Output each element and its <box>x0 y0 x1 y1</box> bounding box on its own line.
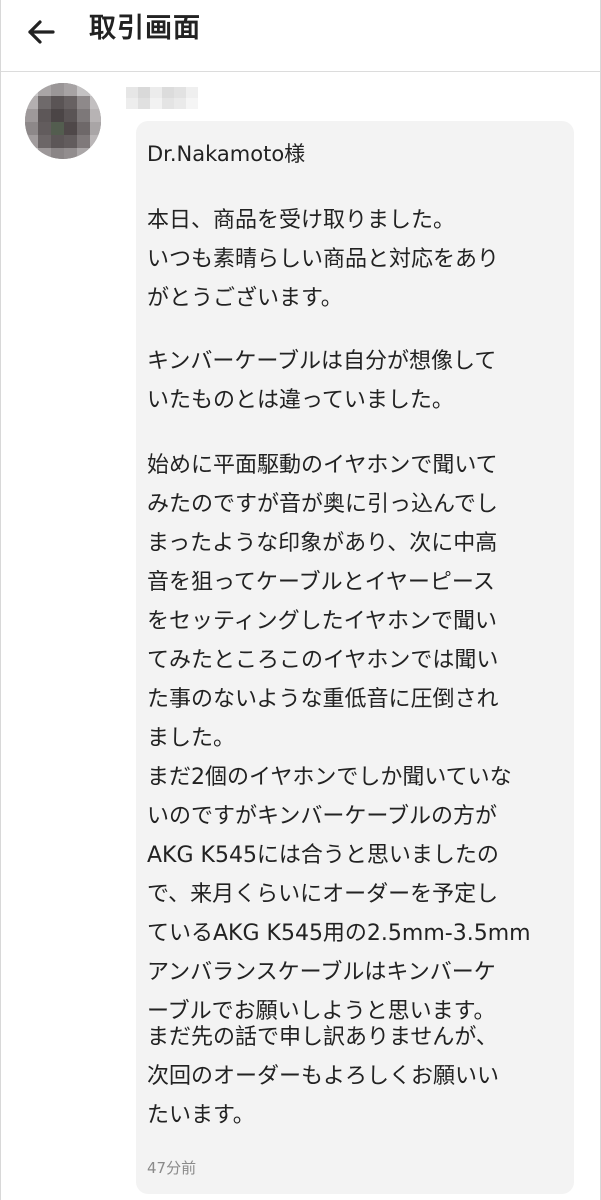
message-paragraph: 本日、商品を受け取りました。 いつも素晴らしい商品と対応をあり がとうございます… <box>147 201 567 318</box>
message-line: 始めに平面駆動のイヤホンで聞いて <box>147 453 498 478</box>
avatar-mosaic-tile <box>77 148 90 159</box>
username-mosaic-tile <box>126 98 138 109</box>
message-line: た事のないような重低音に圧倒され <box>147 687 499 712</box>
avatar-mosaic-tile <box>25 122 38 135</box>
avatar-mosaic-tile <box>38 148 51 159</box>
message-paragraph: まだ2個のイヤホンでしか聞いていな いのですがキンバーケーブルの方が AKG K… <box>147 758 567 1031</box>
avatar-mosaic-tile <box>38 109 51 122</box>
avatar-mosaic-tile <box>51 135 64 148</box>
avatar-mosaic-tile <box>25 96 38 109</box>
username-mosaic-tile <box>138 87 150 98</box>
message-line: アンバランスケーブルはキンバーケ <box>147 960 496 985</box>
message-line: てみたところこのイヤホンでは聞い <box>147 648 499 673</box>
avatar-mosaic-tile <box>25 109 38 122</box>
app-header: 取引画面 <box>1 0 600 72</box>
avatar-mosaic-tile <box>64 135 77 148</box>
message-timestamp: 47分前 <box>147 1159 197 1177</box>
avatar-mosaic-tile <box>38 122 51 135</box>
message-line: ているAKG K545用の2.5mm-3.5mm <box>147 921 531 946</box>
back-button[interactable] <box>23 14 59 50</box>
username-mosaic-tile <box>150 98 162 109</box>
message-line: ました。 <box>147 726 236 751</box>
username-mosaic-tile <box>186 98 198 109</box>
avatar-mosaic-tile <box>77 122 90 135</box>
avatar-mosaic-tile <box>90 109 101 122</box>
message-line: まったような印象があり、次に中高 <box>147 531 498 556</box>
arrow-left-icon <box>28 20 55 44</box>
avatar-mosaic-tile <box>38 135 51 148</box>
message-line: AKG K545には合うと思いましたの <box>147 843 499 868</box>
message-line: まだ2個のイヤホンでしか聞いていな <box>147 765 512 790</box>
message-paragraph: 始めに平面駆動のイヤホンで聞いて みたのですが音が奥に引っ込んでし まったような… <box>147 446 567 758</box>
message-line: いたものとは違っていました。 <box>147 388 454 413</box>
message-paragraph: キンバーケーブルは自分が想像して いたものとは違っていました。 <box>147 342 567 420</box>
message-line: みたのですが音が奥に引っ込んでし <box>147 492 498 517</box>
transaction-screen: 取引画面 Dr.Nakamoto様 本日、商品を受け取りました。 いつも素晴らし… <box>0 0 601 1200</box>
avatar-mosaic-tile <box>90 148 101 159</box>
avatar-mosaic-tile <box>64 109 77 122</box>
avatar-mosaic-tile <box>38 83 51 96</box>
username-mosaic-tile <box>150 87 162 98</box>
avatar-mosaic-tile <box>77 135 90 148</box>
username-mosaic-tile <box>174 87 186 98</box>
avatar-mosaic-tile <box>51 122 64 135</box>
message-line: いつも素晴らしい商品と対応をあり <box>147 247 500 272</box>
avatar-mosaic-tile <box>64 122 77 135</box>
message-line: いのですがキンバーケーブルの方が <box>147 804 498 829</box>
avatar-mosaic-tile <box>64 148 77 159</box>
sender-name <box>126 87 198 109</box>
username-mosaic-tile <box>162 98 174 109</box>
avatar-mosaic-tile <box>51 109 64 122</box>
message-line: 本日、商品を受け取りました。 <box>147 208 456 233</box>
message-line: がとうございます。 <box>147 286 343 311</box>
avatar-mosaic-tile <box>38 96 51 109</box>
message-line: をセッティングしたイヤホンで聞い <box>147 609 498 634</box>
username-mosaic-tile <box>138 98 150 109</box>
username-mosaic-tile <box>162 87 174 98</box>
avatar-mosaic-tile <box>77 96 90 109</box>
username-mosaic-tile <box>174 98 186 109</box>
message-greeting: Dr.Nakamoto様 <box>147 142 306 166</box>
avatar-mosaic-tile <box>77 109 90 122</box>
username-mosaic-tile <box>126 87 138 98</box>
message-line: たいます。 <box>147 1103 255 1128</box>
avatar-mosaic-tile <box>51 96 64 109</box>
avatar-mosaic-tile <box>64 83 77 96</box>
message-paragraph: まだ先の話で申し訳ありませんが、 次回のオーダーもよろしくお願いい たいます。 <box>147 1018 567 1135</box>
page-title: 取引画面 <box>89 13 201 44</box>
avatar-mosaic-tile <box>90 135 101 148</box>
avatar-mosaic-tile <box>90 122 101 135</box>
message-line: まだ先の話で申し訳ありませんが、 <box>147 1025 498 1050</box>
message-line: 次回のオーダーもよろしくお願いい <box>147 1064 500 1089</box>
avatar-mosaic-tile <box>90 83 101 96</box>
avatar-mosaic-tile <box>25 148 38 159</box>
message-line: キンバーケーブルは自分が想像して <box>147 349 497 374</box>
avatar-mosaic-tile <box>25 83 38 96</box>
avatar-mosaic-tile <box>64 96 77 109</box>
avatar-mosaic-tile <box>51 148 64 159</box>
message-line: で、来月くらいにオーダーを予定し <box>147 882 499 907</box>
avatar-mosaic-tile <box>25 135 38 148</box>
avatar-mosaic-tile <box>77 83 90 96</box>
message-line: 音を狙ってケーブルとイヤーピース <box>147 570 495 595</box>
username-mosaic-tile <box>186 87 198 98</box>
avatar-mosaic-tile <box>51 83 64 96</box>
avatar[interactable] <box>25 83 101 159</box>
avatar-mosaic-tile <box>90 96 101 109</box>
